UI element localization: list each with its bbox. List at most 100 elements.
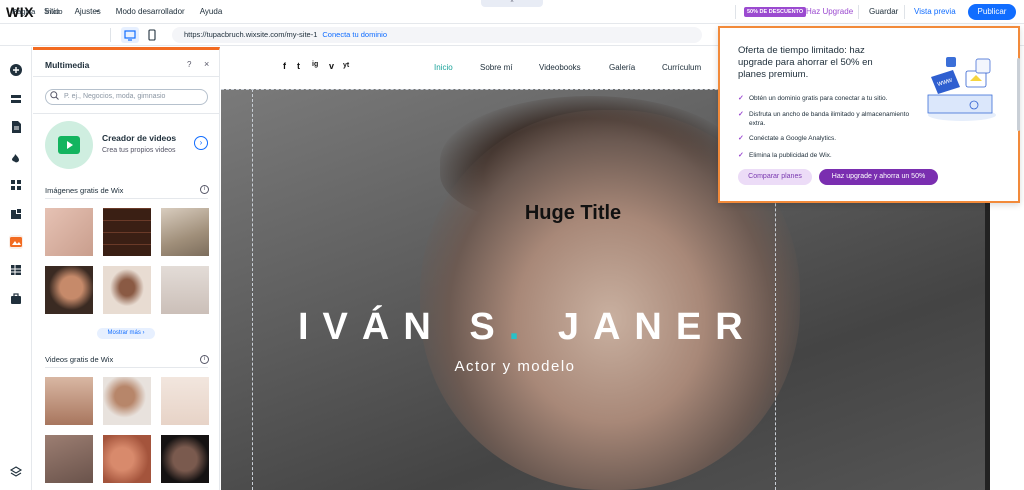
add-elements-icon[interactable] [9,63,23,77]
business-apps-icon[interactable] [9,207,23,221]
pages-icon[interactable] [9,120,23,134]
divider [33,76,219,77]
close-icon[interactable]: × [204,59,209,69]
hero-name-first: IVÁN S [298,306,509,348]
benefit-item: ✓ Conéctate a Google Analytics. [738,134,913,143]
benefit-item: ✓ Elimina la publicidad de Wix. [738,151,913,160]
design-icon[interactable] [9,149,23,163]
search-input[interactable]: P. ej., Negocios, moda, gimnasio [45,89,208,105]
youtube-icon[interactable]: yt [343,62,349,69]
panel-title: Multimedia [45,60,90,70]
video-thumb-food[interactable] [103,435,151,483]
grid-guide-left [252,89,253,490]
hero-name-dot: . [508,306,534,348]
vimeo-icon[interactable]: v [329,61,334,71]
portfolio-icon[interactable] [9,292,23,306]
nav-videobooks[interactable]: Videobooks [539,63,581,72]
benefit-text: Disfruta un ancho de banda ilimitado y a… [749,111,910,127]
images-section-title: Imágenes gratis de Wix [45,186,124,195]
menu-ayuda[interactable]: Ayuda [200,7,223,16]
checkmark-icon: ✓ [738,152,744,159]
video-maker-title[interactable]: Creador de videos [102,133,176,143]
divider [33,113,219,114]
video-thumb-stone[interactable] [161,435,209,483]
popup-scrollbar[interactable] [1017,58,1020,131]
premium-illustration-icon: www [927,57,996,121]
video-maker-subtitle: Crea tus propios videos [102,147,176,154]
collapse-toolbar-tab[interactable]: ^ [481,0,543,7]
twitter-icon[interactable]: t [297,61,300,71]
desktop-icon [124,30,136,41]
site-url-bar[interactable]: https://tupacbruch.wixsite.com/my-site-1… [172,27,702,43]
help-icon[interactable]: ? [187,60,191,69]
image-thumb-portrait-woman[interactable] [45,266,93,314]
image-thumb-chocolate[interactable] [103,208,151,256]
nav-galeria[interactable]: Galería [609,63,635,72]
popup-title: Oferta de tiempo limitado: haz upgrade p… [738,45,873,80]
left-rail [0,47,32,490]
divider [904,5,905,19]
video-thumb-bottles[interactable] [45,377,93,425]
strip-edge [985,200,990,490]
video-maker-thumbnail[interactable] [45,121,93,169]
chevron-down-icon[interactable]: ⌄ [94,5,101,14]
save-button[interactable]: Guardar [869,7,898,16]
nav-inicio[interactable]: Inicio [434,63,453,72]
upgrade-link[interactable]: Haz Upgrade [806,7,853,16]
sections-icon[interactable] [9,92,23,106]
media-panel: Multimedia ? × P. ej., Negocios, moda, g… [33,47,220,490]
mobile-view-button[interactable] [145,27,159,43]
show-more-button[interactable]: Mostrar más › [97,328,155,339]
play-icon [58,136,80,154]
search-icon [50,91,59,100]
apps-icon[interactable] [9,178,23,192]
video-thumb-drops[interactable] [161,377,209,425]
videos-section-title: Videos gratis de Wix [45,355,114,364]
info-icon[interactable]: i [200,355,209,364]
hero-name[interactable]: IVÁN S. JANER [298,306,743,349]
desktop-view-button[interactable] [121,27,139,43]
checkmark-icon: ✓ [738,111,744,118]
publish-button[interactable]: Publicar [968,4,1016,20]
menu-modo-desarrollador[interactable]: Modo desarrollador [116,7,185,16]
divider [45,198,208,199]
benefit-text: Conéctate a Google Analytics. [749,135,837,142]
discount-badge: 50% DE DESCUENTO [744,7,807,17]
nav-sobre-mi[interactable]: Sobre mí [480,63,512,72]
chevron-right-icon[interactable]: › [194,136,208,150]
facebook-icon[interactable]: f [283,61,286,71]
compare-plans-button[interactable]: Comparar planes [738,169,812,185]
divider [858,5,859,19]
upgrade-save-button[interactable]: Haz upgrade y ahorra un 50% [819,169,938,185]
mobile-icon [148,29,156,41]
benefit-item: ✓ Disfruta un ancho de banda ilimitado y … [738,110,913,128]
media-icon[interactable] [9,235,23,249]
image-thumb-fabric[interactable] [45,208,93,256]
connect-domain-link[interactable]: Conecta tu dominio [322,30,387,39]
cms-icon[interactable] [9,263,23,277]
instagram-icon[interactable]: ig [312,61,318,68]
video-thumb-man[interactable] [103,377,151,425]
benefit-item: ✓ Obtén un dominio gratis para conectar a… [738,94,913,103]
info-icon[interactable]: i [200,185,209,194]
divider [735,5,736,19]
site-url: https://tupacbruch.wixsite.com/my-site-1 [184,30,318,39]
image-thumb-room[interactable] [161,208,209,256]
layers-icon[interactable] [9,465,23,479]
benefit-text: Elimina la publicidad de Wix. [749,152,832,159]
upgrade-offer-popup: Oferta de tiempo limitado: haz upgrade p… [718,26,1020,203]
image-thumb-woman-smiling[interactable] [103,266,151,314]
nav-curriculum[interactable]: Currículum [662,63,701,72]
divider [45,367,208,368]
huge-title[interactable]: Huge Title [493,202,653,225]
show-more-label: Mostrar más [107,330,141,336]
video-thumb-rocks[interactable] [45,435,93,483]
preview-button[interactable]: Vista previa [914,7,956,16]
checkmark-icon: ✓ [738,95,744,102]
image-thumb-bed[interactable] [161,266,209,314]
hero-subtitle[interactable]: Actor y modelo [430,358,600,375]
checkmark-icon: ✓ [738,135,744,142]
hero-name-last: JANER [557,306,757,348]
page-label: Página [12,7,36,16]
benefit-text: Obtén un dominio gratis para conectar a … [749,95,888,102]
